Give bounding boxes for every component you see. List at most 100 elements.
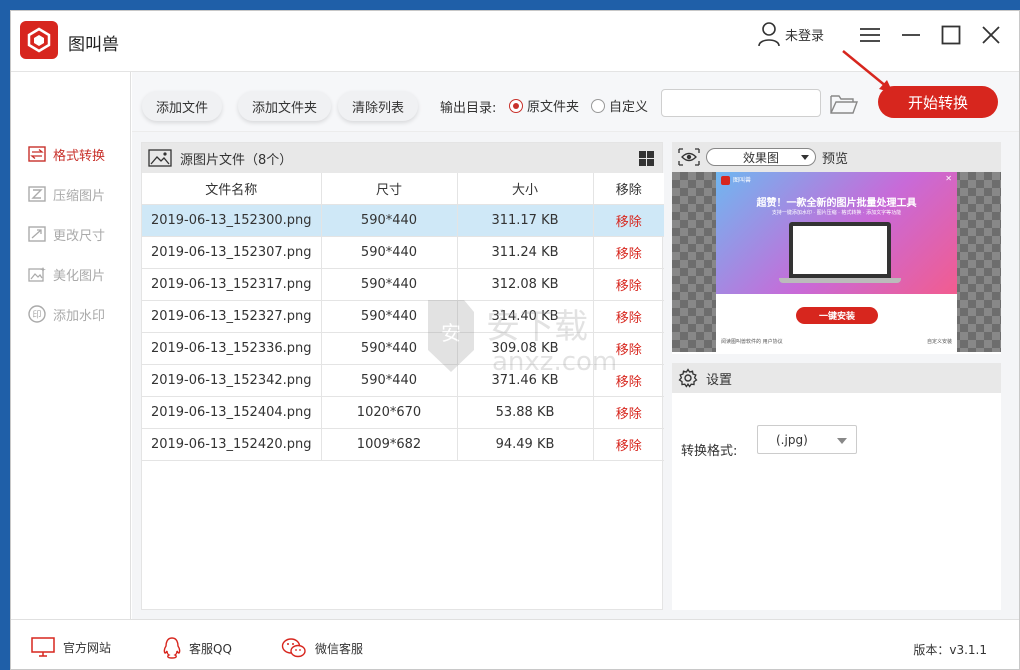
preview-title: 预览 bbox=[822, 151, 849, 167]
table-row[interactable]: 2019-06-13_152336.png 590*440 309.08 KB … bbox=[142, 332, 664, 365]
table-row[interactable]: 2019-06-13_152307.png 590*440 311.24 KB … bbox=[142, 236, 664, 269]
wechat-label: 微信客服 bbox=[315, 641, 364, 656]
preview-subline: 支持一键添加水印 · 图片压缩 · 格式转换 · 添加文字等功能 bbox=[771, 210, 902, 216]
maximize-icon bbox=[941, 25, 961, 45]
cell-filename: 2019-06-13_152307.png bbox=[142, 236, 322, 269]
remove-link[interactable]: 移除 bbox=[593, 364, 664, 397]
website-label: 官方网站 bbox=[63, 640, 112, 655]
table-row[interactable]: 2019-06-13_152342.png 590*440 371.46 KB … bbox=[142, 364, 664, 397]
remove-link[interactable]: 移除 bbox=[593, 268, 664, 301]
qq-icon bbox=[163, 637, 181, 659]
cell-filename: 2019-06-13_152336.png bbox=[142, 332, 322, 365]
preview-footer-right: 自定义安装 bbox=[926, 339, 952, 345]
table-row[interactable]: 2019-06-13_152300.png 590*440 311.17 KB … bbox=[142, 204, 664, 237]
radio-dot bbox=[591, 98, 605, 113]
sidebar-item-label: 添加水印 bbox=[53, 308, 106, 324]
grid-view-icon[interactable] bbox=[639, 151, 654, 166]
login-label: 未登录 bbox=[785, 28, 825, 44]
sidebar-item-beautify[interactable]: 美化图片 bbox=[27, 263, 105, 285]
preview-thumbnail: 图叫兽 ✕ 超赞！一款全新的图片批量处理工具 支持一键添加水印 · 图片压缩 ·… bbox=[716, 172, 957, 352]
radio-original-folder[interactable]: 原文件夹 bbox=[509, 96, 579, 115]
sidebar-item-compress[interactable]: 压缩图片 bbox=[27, 183, 105, 205]
table-header-row: 文件名称 尺寸 大小 移除 bbox=[142, 173, 664, 205]
settings-panel: 设置 转换格式: (.jpg) bbox=[672, 363, 1001, 610]
cell-filename: 2019-06-13_152404.png bbox=[142, 396, 322, 429]
file-list-header: 源图片文件（8个） bbox=[142, 143, 662, 173]
table-row[interactable]: 2019-06-13_152420.png 1009*682 94.49 KB … bbox=[142, 428, 664, 461]
remove-link[interactable]: 移除 bbox=[593, 236, 664, 269]
file-table: 文件名称 尺寸 大小 移除 2019-06-13_152300.png 590*… bbox=[142, 173, 664, 461]
mini-logo bbox=[721, 176, 730, 185]
folder-open-icon bbox=[830, 95, 858, 114]
cell-filesize: 309.08 KB bbox=[457, 332, 594, 365]
output-path-input[interactable] bbox=[661, 89, 821, 117]
login-button[interactable]: 未登录 bbox=[757, 21, 824, 47]
footer: 官方网站 客服QQ 微信客服 版本：v3.1.1 bbox=[11, 619, 1019, 669]
cell-dimensions: 1009*682 bbox=[321, 428, 458, 461]
table-row[interactable]: 2019-06-13_152317.png 590*440 312.08 KB … bbox=[142, 268, 664, 301]
start-convert-button[interactable]: 开始转换 bbox=[878, 86, 998, 118]
close-button[interactable] bbox=[977, 21, 1005, 49]
remove-link[interactable]: 移除 bbox=[593, 300, 664, 333]
preview-headline: 超赞！一款全新的图片批量处理工具 bbox=[756, 198, 917, 209]
cell-dimensions: 590*440 bbox=[321, 268, 458, 301]
sidebar-item-label: 更改尺寸 bbox=[53, 228, 106, 244]
minimize-button[interactable] bbox=[897, 21, 925, 49]
clear-list-button[interactable]: 清除列表 bbox=[338, 91, 419, 121]
cell-filename: 2019-06-13_152420.png bbox=[142, 428, 322, 461]
monitor-icon bbox=[31, 637, 55, 657]
preview-footer-left: 阅读图叫兽软件的 用户协议 bbox=[721, 339, 783, 345]
radio-dot bbox=[509, 98, 523, 113]
svg-text:印: 印 bbox=[32, 309, 41, 321]
beautify-icon bbox=[27, 265, 47, 283]
format-select[interactable]: (.jpg) bbox=[757, 425, 857, 454]
table-row[interactable]: 2019-06-13_152327.png 590*440 314.40 KB … bbox=[142, 300, 664, 333]
table-row[interactable]: 2019-06-13_152404.png 1020*670 53.88 KB … bbox=[142, 396, 664, 429]
sidebar-item-label: 格式转换 bbox=[53, 148, 106, 164]
menu-button[interactable] bbox=[856, 21, 884, 49]
user-icon bbox=[758, 22, 780, 47]
remove-link[interactable]: 移除 bbox=[593, 332, 664, 365]
browse-folder-button[interactable] bbox=[829, 92, 859, 116]
laptop-base bbox=[779, 278, 901, 283]
add-file-button[interactable]: 添加文件 bbox=[142, 91, 223, 121]
add-folder-button[interactable]: 添加文件夹 bbox=[238, 91, 332, 121]
radio-custom-label: 自定义 bbox=[609, 100, 649, 115]
remove-link[interactable]: 移除 bbox=[593, 204, 664, 237]
preview-mode-select[interactable]: 效果图 bbox=[706, 148, 816, 166]
settings-header: 设置 bbox=[672, 363, 1001, 393]
col-remove: 移除 bbox=[593, 173, 664, 205]
cell-filename: 2019-06-13_152317.png bbox=[142, 268, 322, 301]
laptop-illustration bbox=[789, 222, 891, 278]
radio-custom-folder[interactable]: 自定义 bbox=[591, 96, 648, 115]
output-dir-label: 输出目录: bbox=[440, 101, 497, 116]
col-filesize[interactable]: 大小 bbox=[457, 173, 594, 205]
cell-filename: 2019-06-13_152342.png bbox=[142, 364, 322, 397]
format-label: 转换格式: bbox=[681, 444, 738, 459]
app-title: 图叫兽 bbox=[68, 35, 119, 55]
sidebar: 格式转换 压缩图片 更改尺寸 美化图片 印 添加水印 bbox=[11, 72, 131, 619]
qq-support-link[interactable]: 客服QQ bbox=[163, 637, 232, 659]
cell-dimensions: 1020*670 bbox=[321, 396, 458, 429]
app-window: 图叫兽 未登录 格式转换 压缩图片 更改尺寸 美化图片 印 添加水印 添加文件 … bbox=[10, 10, 1020, 670]
col-dimensions[interactable]: 尺寸 bbox=[321, 173, 458, 205]
remove-link[interactable]: 移除 bbox=[593, 396, 664, 429]
wechat-support-link[interactable]: 微信客服 bbox=[281, 637, 363, 659]
sidebar-item-format-convert[interactable]: 格式转换 bbox=[27, 143, 105, 165]
toolbar: 添加文件 添加文件夹 清除列表 输出目录: 原文件夹 自定义 开始转换 bbox=[132, 72, 1019, 132]
cell-filesize: 371.46 KB bbox=[457, 364, 594, 397]
sidebar-item-watermark[interactable]: 印 添加水印 bbox=[27, 303, 105, 325]
sidebar-item-resize[interactable]: 更改尺寸 bbox=[27, 223, 105, 245]
preview-app-name: 图叫兽 bbox=[733, 177, 752, 184]
website-link[interactable]: 官方网站 bbox=[31, 637, 111, 657]
preview-banner: 图叫兽 ✕ 超赞！一款全新的图片批量处理工具 支持一键添加水印 · 图片压缩 ·… bbox=[716, 172, 957, 294]
cell-filesize: 94.49 KB bbox=[457, 428, 594, 461]
col-filename[interactable]: 文件名称 bbox=[142, 173, 322, 205]
cell-filesize: 311.17 KB bbox=[457, 204, 594, 237]
remove-link[interactable]: 移除 bbox=[593, 428, 664, 461]
radio-original-label: 原文件夹 bbox=[527, 100, 580, 115]
minimize-icon bbox=[902, 34, 920, 36]
maximize-button[interactable] bbox=[937, 21, 965, 49]
version-label: 版本：v3.1.1 bbox=[913, 643, 987, 657]
cell-dimensions: 590*440 bbox=[321, 204, 458, 237]
